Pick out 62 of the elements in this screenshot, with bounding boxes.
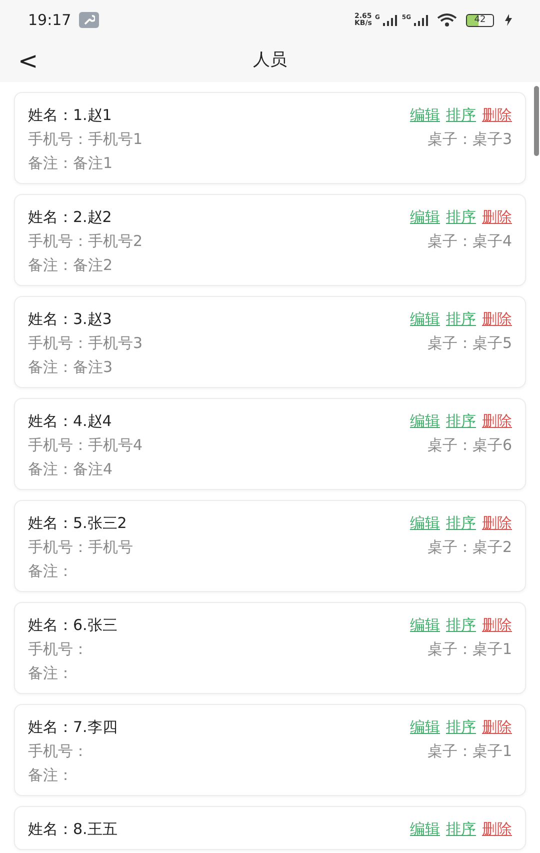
- action-link[interactable]: 删除: [482, 409, 512, 433]
- table-text: 桌子：桌子6: [427, 435, 512, 456]
- table-text: 桌子：桌子1: [427, 639, 512, 660]
- action-link[interactable]: 编辑: [410, 715, 440, 739]
- action-link[interactable]: 排序: [446, 103, 476, 127]
- table-text: 桌子：桌子2: [427, 537, 512, 558]
- action-link[interactable]: 删除: [482, 715, 512, 739]
- phone-text: 手机号：手机号4: [28, 435, 143, 456]
- table-text: 桌子：桌子4: [427, 231, 512, 252]
- note-text: 备注：: [28, 663, 73, 684]
- action-link[interactable]: 编辑: [410, 307, 440, 331]
- note-text: 备注：备注3: [28, 357, 113, 378]
- action-link[interactable]: 删除: [482, 307, 512, 331]
- action-link[interactable]: 编辑: [410, 205, 440, 229]
- phone-text: 手机号：手机号3: [28, 333, 143, 354]
- action-link[interactable]: 排序: [446, 613, 476, 637]
- charging-icon: [505, 14, 512, 26]
- note-text: 备注：备注2: [28, 255, 113, 276]
- action-link[interactable]: 排序: [446, 205, 476, 229]
- note-text: 备注：备注1: [28, 153, 113, 174]
- person-name: 姓名：2.赵2: [28, 207, 112, 228]
- scrollbar[interactable]: [534, 86, 539, 156]
- person-name: 姓名：5.张三2: [28, 513, 127, 534]
- wifi-icon: [437, 13, 457, 27]
- action-link[interactable]: 编辑: [410, 511, 440, 535]
- action-link[interactable]: 删除: [482, 613, 512, 637]
- note-text: 备注：: [28, 561, 73, 582]
- person-name: 姓名：3.赵3: [28, 309, 112, 330]
- signal-icon: [382, 14, 399, 26]
- page-title: 人员: [253, 49, 287, 72]
- table-text: 桌子：桌子3: [427, 129, 512, 150]
- signal-icon: [414, 14, 430, 26]
- table-text: 桌子：桌子5: [427, 333, 512, 354]
- person-name: 姓名：6.张三: [28, 615, 118, 636]
- action-link[interactable]: 排序: [446, 409, 476, 433]
- action-link[interactable]: 编辑: [410, 613, 440, 637]
- phone-text: 手机号：手机号: [28, 537, 133, 558]
- action-link[interactable]: 排序: [446, 307, 476, 331]
- back-button[interactable]: <: [18, 49, 38, 73]
- table-text: 桌子：桌子1: [427, 741, 512, 762]
- status-time: 19:17: [28, 10, 72, 31]
- action-link[interactable]: 删除: [482, 205, 512, 229]
- action-link[interactable]: 删除: [482, 103, 512, 127]
- person-name: 姓名：1.赵1: [28, 105, 112, 126]
- phone-text: 手机号：手机号1: [28, 129, 143, 150]
- action-link[interactable]: 排序: [446, 715, 476, 739]
- phone-text: 手机号：: [28, 639, 88, 660]
- phone-text: 手机号：: [28, 741, 88, 762]
- action-link[interactable]: 编辑: [410, 103, 440, 127]
- action-link[interactable]: 编辑: [410, 817, 440, 841]
- action-link[interactable]: 编辑: [410, 409, 440, 433]
- note-text: 备注：: [28, 765, 73, 786]
- wrench-icon: [79, 12, 100, 28]
- action-link[interactable]: 删除: [482, 511, 512, 535]
- person-name: 姓名：7.李四: [28, 717, 118, 738]
- note-text: 备注：备注4: [28, 459, 113, 480]
- phone-text: 手机号：手机号2: [28, 231, 143, 252]
- person-name: 姓名：8.王五: [28, 819, 118, 840]
- person-name: 姓名：4.赵4: [28, 411, 112, 432]
- action-link[interactable]: 排序: [446, 817, 476, 841]
- action-link[interactable]: 排序: [446, 511, 476, 535]
- action-link[interactable]: 删除: [482, 817, 512, 841]
